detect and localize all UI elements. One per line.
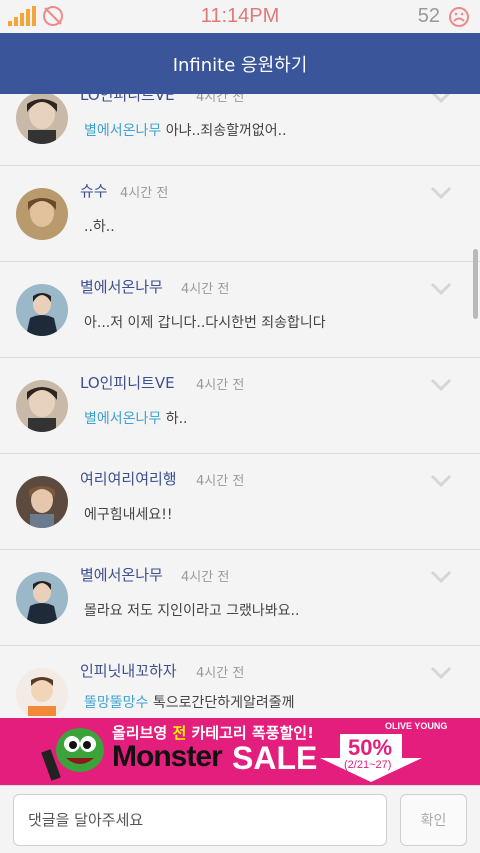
- comment-text: ..하..: [84, 216, 115, 236]
- comment-text: 별에서온나무 하..: [84, 408, 188, 428]
- chevron-down-icon[interactable]: [430, 378, 452, 392]
- ad-dates: (2/21~27): [344, 759, 392, 771]
- chevron-down-icon[interactable]: [430, 94, 452, 104]
- chevron-down-icon[interactable]: [430, 570, 452, 584]
- mention-link[interactable]: 별에서온나무: [84, 123, 161, 139]
- comment-body: 톡으로간단하게알려줄께: [148, 695, 295, 711]
- comment-input[interactable]: [13, 794, 387, 846]
- ad-logo: OLIVE YOUNG: [385, 721, 448, 731]
- comment-list[interactable]: LO인피니트VE 4시간 전 별에서온나무 아냐..죄송할꺼없어.. 슈수 4시…: [0, 94, 480, 718]
- comment-input-bar: 확인: [0, 785, 480, 853]
- comment-text: 뚤망뚤망수 톡으로간단하게알려줄께: [84, 692, 295, 712]
- comment-time: 4시간 전: [196, 666, 245, 681]
- comment-item[interactable]: 여리여리여리행 4시간 전 에구힘내세요!!: [0, 454, 480, 550]
- comment-author[interactable]: LO인피니트VE: [80, 94, 175, 105]
- comment-text: 아...저 이제 갑니다..다시한번 죄송합니다: [84, 312, 326, 332]
- comment-time: 4시간 전: [181, 570, 230, 585]
- app-header: Infinite 응원하기: [0, 33, 480, 94]
- ad-sale-text: SALE: [232, 740, 318, 776]
- comment-time: 4시간 전: [196, 94, 245, 105]
- comment-author[interactable]: 슈수: [80, 180, 108, 201]
- comment-author[interactable]: 별에서온나무: [80, 276, 163, 297]
- mention-link[interactable]: 별에서온나무: [84, 411, 161, 427]
- confirm-button[interactable]: 확인: [400, 794, 467, 846]
- avatar[interactable]: [16, 188, 68, 240]
- chevron-down-icon[interactable]: [430, 666, 452, 680]
- comment-body: 몰라요 저도 지인이라고 그랬나봐요..: [84, 603, 300, 619]
- comment-author[interactable]: 인피닛내꼬하자: [80, 660, 177, 681]
- monster-mascot-icon: [41, 728, 104, 781]
- chevron-down-icon[interactable]: [430, 186, 452, 200]
- comment-body: ..하..: [84, 219, 115, 235]
- comment-time: 4시간 전: [196, 474, 245, 489]
- page-title: Infinite 응원하기: [172, 54, 308, 76]
- ad-monster-text: Monster: [112, 740, 223, 773]
- comment-item[interactable]: 인피닛내꼬하자 4시간 전 뚤망뚤망수 톡으로간단하게알려줄께: [0, 646, 480, 718]
- comment-time: 4시간 전: [196, 378, 245, 393]
- ad-discount: 50%: [348, 735, 393, 760]
- comment-item[interactable]: 별에서온나무 4시간 전 아...저 이제 갑니다..다시한번 죄송합니다: [0, 262, 480, 358]
- comment-item[interactable]: 별에서온나무 4시간 전 몰라요 저도 지인이라고 그랬나봐요..: [0, 550, 480, 646]
- scrollbar[interactable]: [473, 249, 478, 319]
- avatar[interactable]: [16, 380, 68, 432]
- avatar[interactable]: [16, 284, 68, 336]
- comment-item[interactable]: LO인피니트VE 4시간 전 별에서온나무 하..: [0, 358, 480, 454]
- comment-item[interactable]: LO인피니트VE 4시간 전 별에서온나무 아냐..죄송할꺼없어..: [0, 94, 480, 166]
- comment-text: 에구힘내세요!!: [84, 504, 173, 524]
- comment-body: 아냐..죄송할꺼없어..: [161, 123, 287, 139]
- comment-body: 아...저 이제 갑니다..다시한번 죄송합니다: [84, 315, 326, 331]
- chevron-down-icon[interactable]: [430, 474, 452, 488]
- comment-author[interactable]: 여리여리여리행: [80, 468, 177, 489]
- avatar[interactable]: [16, 572, 68, 624]
- comment-author[interactable]: 별에서온나무: [80, 564, 163, 585]
- avatar[interactable]: [16, 94, 68, 144]
- comment-item[interactable]: 슈수 4시간 전 ..하..: [0, 166, 480, 262]
- comment-body: 하..: [161, 411, 188, 427]
- status-bar: 11:14PM 52: [0, 0, 480, 33]
- chevron-down-icon[interactable]: [430, 282, 452, 296]
- comment-time: 4시간 전: [120, 186, 169, 201]
- comment-author[interactable]: LO인피니트VE: [80, 372, 175, 393]
- avatar[interactable]: [16, 668, 68, 718]
- ad-banner[interactable]: 올리브영 전 카테고리 폭풍할인! Monster SALE 50% (2/21…: [0, 718, 480, 785]
- avatar[interactable]: [16, 476, 68, 528]
- battery-icon: [449, 7, 469, 27]
- mention-link[interactable]: 뚤망뚤망수: [84, 695, 148, 711]
- battery-level: 52: [417, 5, 440, 27]
- comment-time: 4시간 전: [181, 282, 230, 297]
- clock: 11:14PM: [200, 5, 280, 27]
- comment-body: 에구힘내세요!!: [84, 507, 173, 523]
- comment-text: 별에서온나무 아냐..죄송할꺼없어..: [84, 120, 287, 140]
- comment-text: 몰라요 저도 지인이라고 그랬나봐요..: [84, 600, 299, 620]
